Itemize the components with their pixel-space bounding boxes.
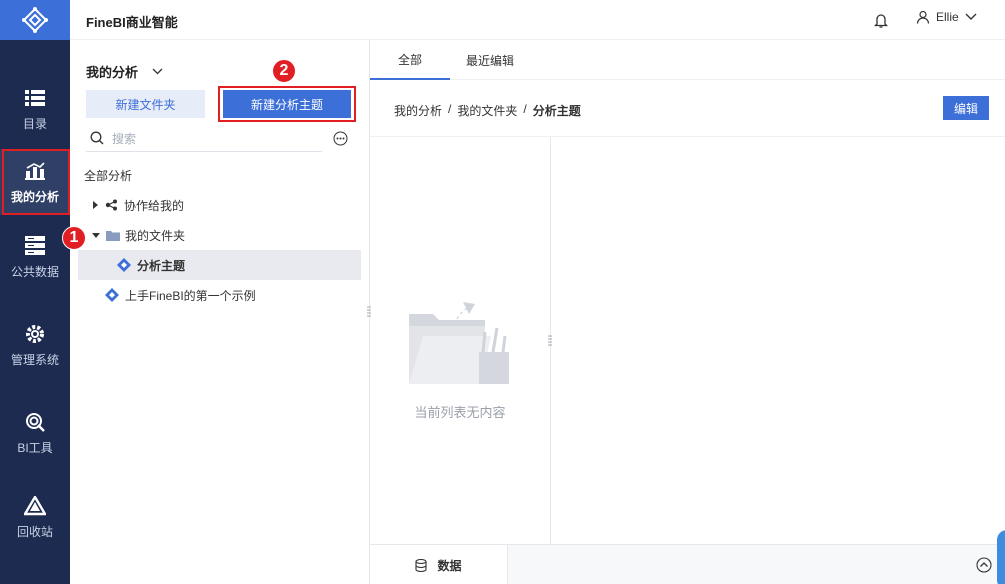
tab-recent[interactable]: 最近编辑 (450, 40, 530, 80)
tree-item-my-folder[interactable]: 我的文件夹 (78, 220, 361, 250)
new-folder-button[interactable]: 新建文件夹 (86, 90, 205, 118)
search-icon (90, 131, 104, 145)
breadcrumb-bar: 我的分析 / 我的文件夹 / 分析主题 编辑 (370, 80, 1005, 137)
chevron-down-icon (965, 13, 977, 20)
left-rail: 目录 我的分析 公共数据 管理系统 BI工具 回收站 (0, 0, 70, 584)
rail-label-bi-tools: BI工具 (17, 440, 53, 455)
rail-label-public-data: 公共数据 (10, 264, 59, 279)
breadcrumb-item[interactable]: 我的文件夹 (457, 102, 517, 119)
tree-root-all[interactable]: 全部分析 (84, 167, 132, 184)
rail-label-recycle: 回收站 (16, 524, 53, 539)
top-bar: FineBI商业智能 Ellie (70, 0, 1005, 40)
annotation-badge-2: 2 (272, 59, 296, 83)
highlight-box: 新建分析主题 (218, 86, 356, 122)
breadcrumb-current: 分析主题 (532, 104, 581, 118)
rail-item-bi-tools[interactable]: BI工具 (0, 400, 70, 466)
rail-item-catalog[interactable]: 目录 (0, 76, 70, 142)
expand-arrow-icon[interactable] (93, 201, 98, 209)
breadcrumb-item[interactable]: 我的分析 (394, 102, 442, 119)
chevron-up-icon[interactable] (976, 557, 992, 573)
user-name: Ellie (936, 10, 959, 24)
floating-assistant-button[interactable] (997, 530, 1005, 584)
rail-item-public-data[interactable]: 公共数据 (0, 224, 70, 290)
collapse-arrow-icon[interactable] (92, 232, 100, 238)
chevron-down-icon (152, 68, 163, 75)
rail-label-management: 管理系统 (10, 352, 59, 367)
highlight-box (2, 149, 70, 215)
new-analysis-topic-button[interactable]: 新建分析主题 (223, 90, 351, 118)
tab-all[interactable]: 全部 (370, 40, 450, 80)
user-menu[interactable]: Ellie (916, 10, 977, 24)
data-tab[interactable]: 数据 (370, 545, 508, 584)
empty-folder-illustration (409, 302, 509, 384)
tree-label: 协作给我的 (124, 198, 185, 213)
rail-item-management[interactable]: 管理系统 (0, 312, 70, 378)
breadcrumb-separator: / (448, 102, 452, 116)
tree-item-shared[interactable]: 协作给我的 (78, 190, 361, 220)
drag-handle-icon[interactable] (367, 306, 371, 318)
data-tab-label: 数据 (437, 558, 462, 573)
tree-label: 上手FineBI的第一个示例 (125, 288, 256, 303)
database-icon (24, 235, 46, 257)
share-icon (105, 199, 117, 211)
rail-label-catalog: 目录 (22, 116, 47, 131)
logo-icon (22, 7, 48, 33)
annotation-badge-1: 1 (62, 226, 86, 250)
search-placeholder: 搜索 (112, 131, 137, 146)
breadcrumb-separator: / (523, 102, 527, 116)
tree-label: 我的文件夹 (125, 228, 186, 243)
panel-title-dropdown[interactable]: 我的分析 (86, 62, 163, 81)
more-options-icon[interactable] (333, 131, 348, 146)
rail-item-my-analysis[interactable]: 我的分析 (0, 149, 70, 215)
panel-title: 我的分析 (86, 65, 139, 80)
breadcrumb: 我的分析 / 我的文件夹 / 分析主题 (394, 102, 581, 119)
gear-icon (24, 323, 46, 345)
analysis-panel: 我的分析 新建文件夹 新建分析主题 搜索 全部分析 协作给我的 我的文件夹 分析… (70, 40, 370, 584)
search-input[interactable]: 搜索 (86, 125, 322, 152)
rail-item-recycle[interactable]: 回收站 (0, 484, 70, 550)
bell-icon[interactable] (872, 11, 890, 29)
database-icon (415, 558, 428, 572)
topic-icon (105, 288, 119, 302)
logo[interactable] (0, 0, 70, 40)
tree-item-analysis-topic[interactable]: 分析主题 (78, 250, 361, 280)
app-title: FineBI商业智能 (86, 15, 178, 30)
recycle-icon (24, 495, 46, 517)
tool-icon (24, 411, 46, 433)
topic-icon (117, 258, 131, 272)
bottom-data-bar: 数据 (370, 544, 1005, 584)
list-icon (24, 87, 46, 109)
tree-item-first-example[interactable]: 上手FineBI的第一个示例 (78, 280, 361, 310)
drag-handle-icon[interactable] (548, 335, 552, 347)
empty-list-text: 当前列表无内容 (414, 405, 506, 420)
tree-label: 分析主题 (137, 258, 186, 273)
user-icon (916, 10, 930, 24)
content-tabs: 全部 最近编辑 (370, 40, 1005, 80)
edit-button[interactable]: 编辑 (943, 96, 989, 120)
folder-icon (106, 230, 120, 241)
